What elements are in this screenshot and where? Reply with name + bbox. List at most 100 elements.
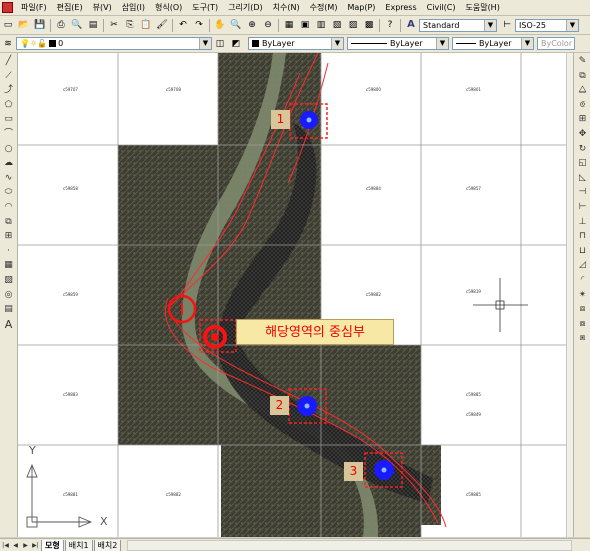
rectangle-icon[interactable]: ▭ <box>3 114 14 125</box>
save-icon[interactable]: 💾 <box>33 18 47 32</box>
polyline-icon[interactable]: ⤴ <box>3 85 14 96</box>
table-icon[interactable]: ▤ <box>3 304 14 315</box>
bring-to-front-icon[interactable]: ⧇ <box>577 319 588 330</box>
print-preview-icon[interactable]: 🔍 <box>70 18 84 32</box>
make-block-icon[interactable]: ⊞ <box>3 231 14 242</box>
multiline-text-icon[interactable]: A <box>3 319 14 330</box>
dim-style-value: ISO-25 <box>519 20 547 30</box>
ellipse-arc-icon[interactable]: ◠ <box>3 202 14 213</box>
match-properties-icon[interactable]: 🖌 <box>155 18 169 32</box>
trim-icon[interactable]: ⊣ <box>577 187 588 198</box>
calculator-icon[interactable]: ▩ <box>362 18 376 32</box>
extend-icon[interactable]: ⊢ <box>577 202 588 213</box>
array-icon[interactable]: ⊞ <box>577 114 588 125</box>
tab-layout2[interactable]: 배치2 <box>93 539 122 551</box>
menu-view[interactable]: 뷰(V) <box>88 0 117 15</box>
layer-manager-icon[interactable]: ≋ <box>1 37 15 51</box>
menu-draw[interactable]: 그리기(D) <box>223 0 267 15</box>
stretch-icon[interactable]: ◺ <box>577 173 588 184</box>
rotate-icon[interactable]: ↻ <box>577 144 588 155</box>
explode-icon[interactable]: ✴ <box>577 290 588 301</box>
color-select[interactable]: ByLayer ▼ <box>248 37 344 50</box>
zoom-previous-icon[interactable]: ⊖ <box>261 18 275 32</box>
pan-icon[interactable]: ✋ <box>213 18 227 32</box>
lineweight-select[interactable]: ByLayer ▼ <box>452 37 534 50</box>
insert-block-icon[interactable]: ⧉ <box>3 217 14 228</box>
break-icon[interactable]: ⊓ <box>577 231 588 242</box>
point-icon[interactable]: · <box>3 246 14 257</box>
polygon-icon[interactable]: ⬠ <box>3 100 14 111</box>
undo-icon[interactable]: ↶ <box>176 18 190 32</box>
layer-previous-icon[interactable]: ◩ <box>229 37 243 51</box>
tab-model[interactable]: 모형 <box>41 539 64 551</box>
send-to-back-icon[interactable]: ⧆ <box>577 333 588 344</box>
design-center-icon[interactable]: ▣ <box>298 18 312 32</box>
region-icon[interactable]: ◎ <box>3 290 14 301</box>
print-icon[interactable]: ⎙ <box>54 18 68 32</box>
menu-tools[interactable]: 도구(T) <box>187 0 223 15</box>
draw-toolbar: ╱ ⟋ ⤴ ⬠ ▭ ⌒ ○ ☁ ∿ ⬭ ◠ ⧉ ⊞ · ▦ ▨ ◎ ▤ A <box>0 53 18 537</box>
spline-icon[interactable]: ∿ <box>3 173 14 184</box>
zoom-realtime-icon[interactable]: 🔍 <box>229 18 243 32</box>
menu-express[interactable]: Express <box>380 0 421 15</box>
menu-insert[interactable]: 삽입(I) <box>117 0 150 15</box>
paste-icon[interactable]: 📋 <box>139 18 153 32</box>
mirror-icon[interactable]: ⧋ <box>577 85 588 96</box>
erase-icon[interactable]: ✎ <box>577 56 588 67</box>
copy-icon[interactable]: ⎘ <box>123 18 137 32</box>
publish-icon[interactable]: ▤ <box>86 18 100 32</box>
gradient-icon[interactable]: ▨ <box>3 275 14 286</box>
menu-civil[interactable]: Civil(C) <box>422 0 461 15</box>
drawing-area[interactable]: c59707 c59708 c59800 c59801 c59858 c5988… <box>18 53 572 537</box>
first-icon[interactable]: |◀ <box>1 541 10 551</box>
dim-style-select[interactable]: ISO-25 ▼ <box>515 18 579 32</box>
make-current-layer-icon[interactable]: ◫ <box>213 37 227 51</box>
circle-icon[interactable]: ○ <box>3 144 14 155</box>
revision-cloud-icon[interactable]: ☁ <box>3 158 14 169</box>
menu-edit[interactable]: 편집(E) <box>52 0 88 15</box>
lineweight-sample <box>456 43 476 44</box>
chamfer-icon[interactable]: ◿ <box>577 260 588 271</box>
markup-icon[interactable]: ▨ <box>346 18 360 32</box>
fillet-icon[interactable]: ◜ <box>577 275 588 286</box>
next-icon[interactable]: ▶ <box>21 541 30 551</box>
help-icon[interactable]: ? <box>383 18 397 32</box>
hatch-icon[interactable]: ▦ <box>3 260 14 271</box>
menu-dimension[interactable]: 치수(N) <box>268 0 305 15</box>
menu-format[interactable]: 형식(O) <box>150 0 187 15</box>
last-icon[interactable]: ▶| <box>31 541 40 551</box>
ellipse-icon[interactable]: ⬭ <box>3 187 14 198</box>
linetype-select[interactable]: ByLayer ▼ <box>347 37 449 50</box>
tab-layout1[interactable]: 배치1 <box>64 539 93 551</box>
offset-icon[interactable]: ⟃ <box>577 100 588 111</box>
zoom-window-icon[interactable]: ⊕ <box>245 18 259 32</box>
menu-map[interactable]: Map(P) <box>342 0 380 15</box>
new-file-icon[interactable]: ▭ <box>1 18 15 32</box>
break-at-point-icon[interactable]: ⊥ <box>577 217 588 228</box>
properties-icon[interactable]: ▦ <box>282 18 296 32</box>
prev-icon[interactable]: ◀ <box>11 541 20 551</box>
redo-icon[interactable]: ↷ <box>192 18 206 32</box>
cut-icon[interactable]: ✂ <box>107 18 121 32</box>
construction-line-icon[interactable]: ⟋ <box>3 71 14 82</box>
move-icon[interactable]: ✥ <box>577 129 588 140</box>
marker-label-3: 3 <box>344 462 363 481</box>
open-file-icon[interactable]: 📂 <box>17 18 31 32</box>
menu-file[interactable]: 파일(F) <box>16 0 52 15</box>
layer-select[interactable]: 💡 ☼ 🔓 0 ▼ <box>16 37 212 50</box>
sheet-set-icon[interactable]: ▧ <box>330 18 344 32</box>
draw-order-icon[interactable]: ⧈ <box>577 304 588 315</box>
autocad-icon[interactable] <box>2 2 13 13</box>
vertical-scrollbar[interactable] <box>566 53 573 537</box>
text-style-select[interactable]: Standard ▼ <box>419 18 497 32</box>
join-icon[interactable]: ⊔ <box>577 246 588 257</box>
line-icon[interactable]: ╱ <box>3 56 14 67</box>
horizontal-scrollbar[interactable] <box>127 540 572 551</box>
scale-icon[interactable]: ◱ <box>577 158 588 169</box>
menu-modify[interactable]: 수정(M) <box>305 0 343 15</box>
menu-help[interactable]: 도움말(H) <box>460 0 504 15</box>
tool-palettes-icon[interactable]: ▥ <box>314 18 328 32</box>
arc-icon[interactable]: ⌒ <box>3 129 14 140</box>
copy-object-icon[interactable]: ⧉ <box>577 71 588 82</box>
plot-style-select[interactable]: ByColor <box>537 37 575 50</box>
